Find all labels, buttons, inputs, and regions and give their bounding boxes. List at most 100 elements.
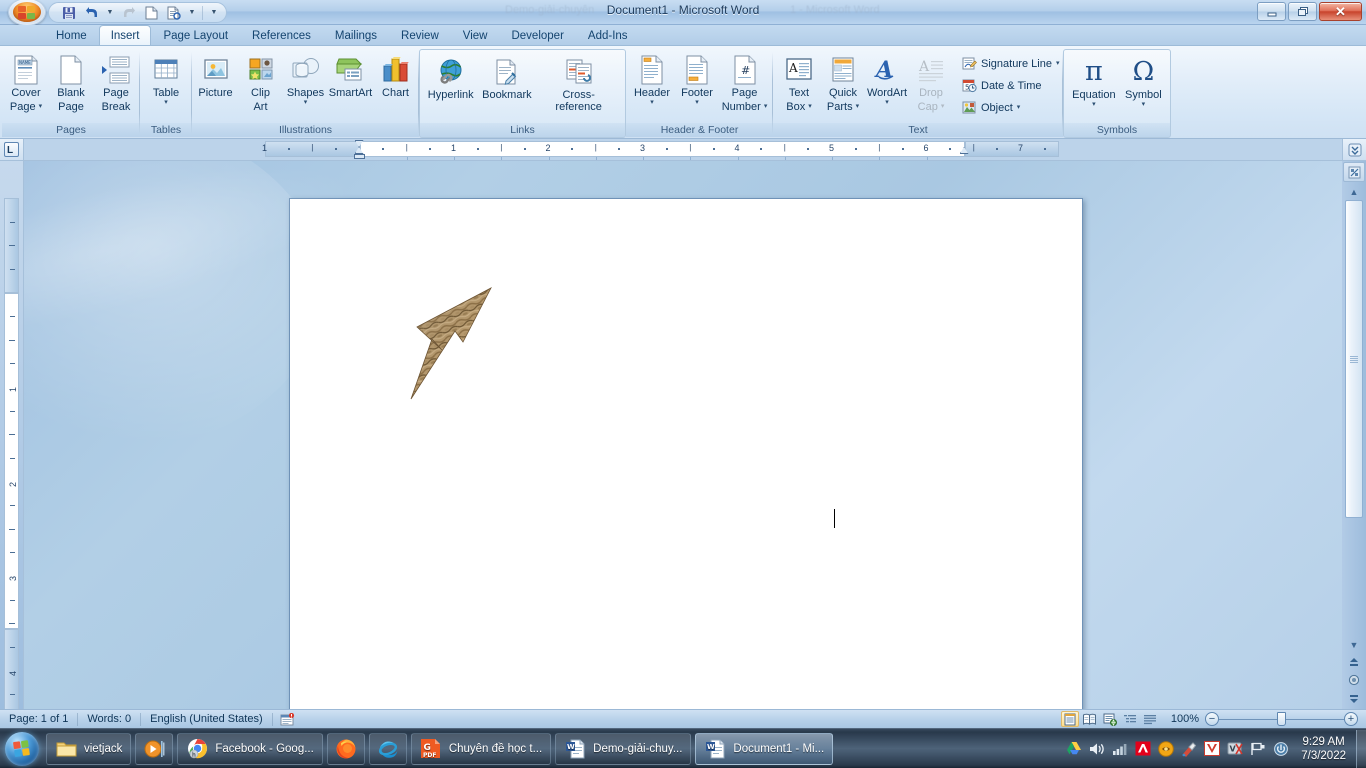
equation-button[interactable]: π Equation ▾ [1068, 53, 1120, 109]
network-icon[interactable] [1111, 740, 1128, 757]
page-number-button[interactable]: # Page Number ▾ [720, 51, 769, 114]
close-button[interactable]: ✕ [1319, 2, 1362, 21]
shapes-button[interactable]: Shapes ▾ [284, 51, 328, 107]
taskbar-item-document1[interactable]: W Document1 - Mi... [695, 732, 834, 765]
unikey-icon[interactable]: V [1226, 740, 1243, 757]
page-break-button[interactable]: Page Break [94, 51, 138, 114]
table-button[interactable]: Table ▾ [144, 51, 188, 107]
tab-add-ins[interactable]: Add-Ins [576, 26, 640, 45]
taskbar-item-firefox[interactable] [326, 732, 365, 765]
blank-page-button[interactable]: Blank Page [49, 51, 93, 114]
outline-view-button[interactable] [1121, 711, 1139, 727]
google-drive-icon[interactable] [1065, 740, 1082, 757]
taskbar-item-facebook-chrome[interactable]: h Facebook - Goog... [177, 732, 323, 765]
cross-reference-button[interactable]: Cross-reference [536, 53, 621, 114]
header-button[interactable]: Header ▾ [630, 51, 674, 107]
tab-review[interactable]: Review [389, 26, 451, 45]
language-indicator[interactable]: English (United States) [141, 710, 272, 729]
full-screen-reading-button[interactable] [1081, 711, 1099, 727]
cover-page-button[interactable]: NAME Cover Page ▾ [4, 51, 48, 114]
action-center-flag-icon[interactable] [1249, 740, 1266, 757]
tab-references[interactable]: References [240, 26, 323, 45]
tab-view[interactable]: View [451, 26, 500, 45]
zoom-level[interactable]: 100% [1165, 713, 1205, 725]
wood-arrow-image[interactable] [405, 282, 497, 400]
default-tab-stop [643, 157, 644, 160]
document-body-area: 1234 ▲ ▼ [0, 161, 1366, 709]
smartart-button[interactable]: SmartArt [329, 51, 373, 101]
signature-line-button[interactable]: Signature Line ▾ [957, 53, 1064, 74]
taskbar-item-media-player[interactable] [135, 732, 174, 765]
text-box-label-1: Text [788, 87, 810, 99]
zoom-slider-handle[interactable] [1277, 712, 1286, 726]
footer-button[interactable]: Footer ▾ [675, 51, 719, 107]
ruler-tick: | [783, 143, 786, 152]
select-browse-object-button[interactable] [1346, 673, 1362, 687]
text-box-button[interactable]: A Text Box ▾ [777, 51, 821, 114]
picture-button[interactable]: Picture [194, 51, 238, 101]
vcc-icon[interactable] [1203, 740, 1220, 757]
svg-text:NAME: NAME [19, 60, 31, 65]
zoom-in-button[interactable]: + [1344, 712, 1358, 726]
quick-parts-button[interactable]: Quick Parts ▾ [821, 51, 865, 114]
horizontal-ruler[interactable]: 1 1 2 3 4 5 6 7 | | | | | | | | [24, 139, 1342, 160]
scroll-thumb-grip [1350, 355, 1358, 364]
print-layout-view-button[interactable] [1060, 711, 1079, 727]
next-page-button[interactable] [1346, 691, 1362, 705]
previous-page-button[interactable] [1346, 655, 1362, 669]
taskbar-item-foxit-pdf[interactable]: G PDF Chuyên đề học t... [410, 732, 552, 765]
taskbar-item-internet-explorer[interactable] [368, 732, 407, 765]
ribbon-group-illustrations: Picture Clip Art Shapes ▾ SmartArt Chart… [192, 48, 419, 137]
left-indent-marker[interactable] [353, 154, 365, 159]
volume-icon[interactable] [1088, 740, 1105, 757]
smartart-icon [335, 54, 367, 86]
chart-button[interactable]: Chart [374, 51, 418, 101]
vertical-ruler[interactable]: 1 2 3 4 [0, 161, 24, 709]
tab-developer[interactable]: Developer [499, 26, 575, 45]
date-and-time-button[interactable]: 5 Date & Time [957, 75, 1064, 96]
tab-mailings[interactable]: Mailings [323, 26, 389, 45]
scroll-up-button[interactable]: ▲ [1342, 183, 1366, 200]
select-browse-object-top[interactable] [1343, 162, 1365, 182]
default-tab-stop [406, 157, 408, 160]
zoom-slider[interactable]: − + [1205, 712, 1366, 726]
tab-insert[interactable]: Insert [98, 25, 152, 45]
scroll-thumb[interactable] [1345, 200, 1363, 518]
tab-home[interactable]: Home [44, 26, 99, 45]
chevron-down-icon: ▾ [1092, 100, 1096, 108]
taskbar-item-demo-giai-chuyen[interactable]: W Demo-giải-chuy... [555, 732, 692, 765]
avira-icon[interactable] [1134, 740, 1151, 757]
show-desktop-button[interactable] [1356, 729, 1366, 768]
vertical-scrollbar[interactable]: ▲ ▼ [1342, 161, 1366, 709]
vruler-bottom-margin[interactable] [4, 628, 19, 709]
proofing-errors-button[interactable] [273, 710, 302, 729]
web-layout-view-button[interactable] [1101, 711, 1119, 727]
document-page[interactable] [289, 198, 1083, 709]
coc-coc-icon[interactable] [1157, 740, 1174, 757]
taskbar-item-vietjack[interactable]: vietjack [46, 732, 132, 765]
start-button[interactable] [0, 730, 44, 768]
minimize-button[interactable] [1257, 2, 1286, 21]
document-canvas[interactable] [24, 161, 1342, 709]
clip-art-button[interactable]: Clip Art [239, 51, 283, 114]
tab-stop-selector[interactable]: L [0, 139, 24, 160]
wordart-button[interactable]: A WordArt ▾ [865, 51, 909, 107]
bookmark-button[interactable]: Bookmark [478, 53, 535, 103]
taskbar-clock[interactable]: 9:29 AM 7/3/2022 [1293, 735, 1356, 763]
drop-cap-button[interactable]: A Drop Cap ▾ [909, 51, 953, 114]
word-count[interactable]: Words: 0 [78, 710, 140, 729]
scroll-track[interactable] [1345, 200, 1363, 636]
symbol-button[interactable]: Ω Symbol ▾ [1121, 53, 1166, 109]
scroll-down-button[interactable]: ▼ [1342, 636, 1366, 653]
ribbon-group-links: Hyperlink Bookmark Cross-reference Links [419, 49, 626, 138]
ccleaner-icon[interactable] [1180, 740, 1197, 757]
tab-page-layout[interactable]: Page Layout [151, 26, 240, 45]
ruler-tick [996, 148, 999, 150]
object-button[interactable]: Object ▾ [957, 97, 1064, 118]
safely-remove-icon[interactable] [1272, 740, 1289, 757]
hyperlink-button[interactable]: Hyperlink [424, 53, 477, 103]
restore-button[interactable] [1288, 2, 1317, 21]
zoom-out-button[interactable]: − [1205, 712, 1219, 726]
page-indicator[interactable]: Page: 1 of 1 [0, 710, 77, 729]
draft-view-button[interactable] [1141, 711, 1159, 727]
